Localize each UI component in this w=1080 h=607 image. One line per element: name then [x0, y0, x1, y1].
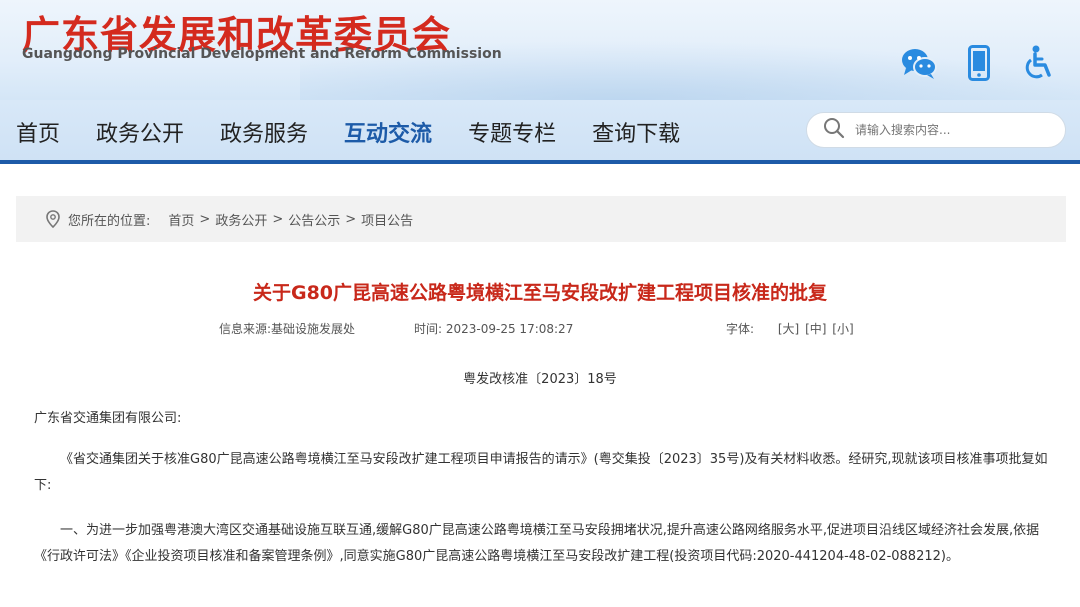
breadcrumb-item-gov-affairs-public[interactable]: 政务公开: [215, 210, 267, 229]
site-header: 广东省发展和改革委员会 Guangdong Provincial Develop…: [0, 0, 1080, 100]
article-source: 信息来源:基础设施发展处: [219, 320, 355, 337]
nav-item-home[interactable]: 首页: [16, 116, 60, 148]
nav-items: 首页 政务公开 政务服务 互动交流 专题专栏 查询下载: [16, 116, 716, 148]
source-label: 信息来源:: [219, 322, 272, 336]
search-box[interactable]: [806, 112, 1066, 148]
font-size-large-button[interactable]: [大]: [778, 322, 799, 336]
breadcrumb: 您所在的位置: 首页 > 政务公开 > 公告公示 > 项目公告: [16, 196, 1066, 242]
search-icon[interactable]: [823, 117, 845, 143]
article-time: 时间: 2023-09-25 17:08:27: [414, 320, 573, 337]
font-size-controls: 字体: [大] [中] [小]: [726, 320, 854, 337]
font-size-medium-button[interactable]: [中]: [805, 322, 826, 336]
search-input[interactable]: [855, 123, 1045, 137]
font-size-label: 字体:: [726, 322, 755, 336]
breadcrumb-separator: >: [345, 211, 357, 227]
addressee: 广东省交通集团有限公司:: [34, 411, 182, 426]
time-value: 2023-09-25 17:08:27: [445, 322, 574, 336]
font-size-small-button[interactable]: [小]: [832, 322, 853, 336]
location-pin-icon: [46, 210, 60, 228]
time-label: 时间:: [414, 322, 443, 336]
article-title: 关于G80广昆高速公路粤境横江至马安段改扩建工程项目核准的批复: [252, 282, 828, 304]
breadcrumb-label: 您所在的位置:: [68, 213, 151, 229]
accessibility-icon[interactable]: [1020, 44, 1058, 82]
main-nav: 首页 政务公开 政务服务 互动交流 专题专栏 查询下载: [0, 100, 1080, 164]
header-icons: [900, 44, 1058, 82]
breadcrumb-item-announcements[interactable]: 公告公示: [288, 210, 340, 229]
nav-item-query-download[interactable]: 查询下载: [592, 116, 680, 148]
breadcrumb-item-project-announcements[interactable]: 项目公告: [361, 210, 413, 229]
nav-item-gov-affairs-public[interactable]: 政务公开: [96, 116, 184, 148]
mobile-icon[interactable]: [960, 44, 998, 82]
document-number: 粤发改核准〔2023〕18号: [463, 372, 617, 387]
site-subtitle: Guangdong Provincial Development and Ref…: [22, 46, 502, 62]
nav-item-special-topics[interactable]: 专题专栏: [468, 116, 556, 148]
nav-item-gov-services[interactable]: 政务服务: [220, 116, 308, 148]
article-paragraph-1: 《省交通集团关于核准G80广昆高速公路粤境横江至马安段改扩建工程项目申请报告的请…: [34, 452, 1048, 493]
source-value: 基础设施发展处: [271, 322, 356, 336]
breadcrumb-item-home[interactable]: 首页: [168, 210, 194, 229]
breadcrumb-separator: >: [272, 211, 284, 227]
nav-item-interaction[interactable]: 互动交流: [344, 116, 432, 148]
wechat-icon[interactable]: [900, 44, 938, 82]
article-paragraph-2: 一、为进一步加强粤港澳大湾区交通基础设施互联互通,缓解G80广昆高速公路粤境横江…: [34, 523, 1040, 564]
breadcrumb-separator: >: [199, 211, 211, 227]
